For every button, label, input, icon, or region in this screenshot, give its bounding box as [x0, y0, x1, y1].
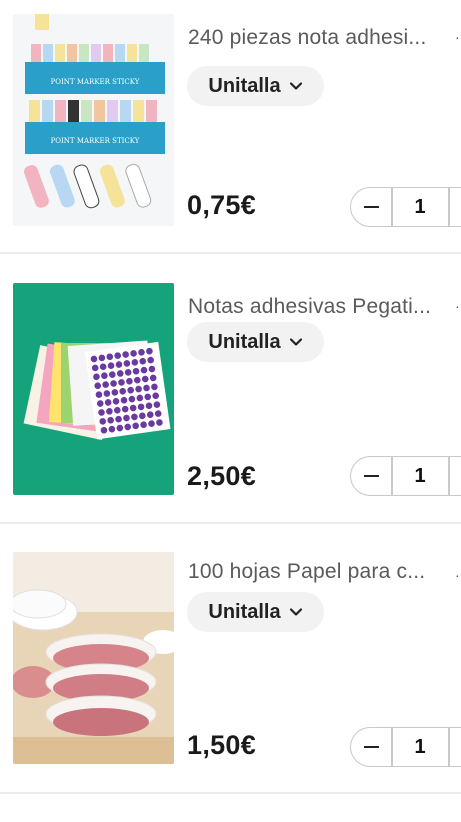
size-label: Unitalla: [208, 330, 281, 353]
minus-icon: [363, 474, 379, 478]
svg-text:POINT MARKER STICKY: POINT MARKER STICKY: [51, 78, 140, 86]
product-title[interactable]: Notas adhesivas Pegati...: [188, 295, 443, 319]
size-selector[interactable]: Unitalla: [187, 592, 324, 632]
product-price: 2,50€: [187, 461, 257, 491]
product-title[interactable]: 240 piezas nota adhesi...: [188, 26, 443, 50]
minus-icon: [363, 745, 379, 749]
minus-icon: [363, 205, 379, 209]
increase-quantity-button[interactable]: [450, 188, 461, 226]
more-options-icon[interactable]: ·: [455, 299, 461, 313]
decrease-quantity-button[interactable]: [351, 188, 391, 226]
chevron-down-icon: [289, 338, 302, 346]
divider: [0, 792, 461, 794]
quantity-stepper: 1: [350, 456, 461, 496]
product-title[interactable]: 100 hojas Papel para c...: [188, 560, 443, 584]
product-price: 0,75€: [187, 190, 257, 220]
dot-stickers-image[interactable]: [13, 283, 174, 495]
size-selector[interactable]: Unitalla: [187, 322, 324, 362]
svg-text:POINT MARKER STICKY: POINT MARKER STICKY: [51, 137, 140, 145]
size-selector[interactable]: Unitalla: [187, 66, 324, 106]
size-label: Unitalla: [208, 600, 281, 623]
quantity-value[interactable]: 1: [392, 188, 448, 226]
decrease-quantity-button[interactable]: [351, 728, 391, 766]
quantity-value[interactable]: 1: [392, 728, 448, 766]
divider: [0, 252, 461, 254]
quantity-value[interactable]: 1: [392, 457, 448, 495]
quantity-stepper: 1: [350, 727, 461, 767]
sticky-notes-image[interactable]: POINT MARKER STICKY POINT MARKER STICKY: [13, 14, 174, 226]
cart-item: POINT MARKER STICKY POINT MARKER STICKY: [0, 14, 461, 284]
quantity-stepper: 1: [350, 187, 461, 227]
product-price: 1,50€: [187, 730, 257, 760]
burger-paper-image[interactable]: [13, 552, 174, 764]
divider: [0, 522, 461, 524]
cart-item: 100 hojas Papel para c... · Unitalla 1,5…: [0, 552, 461, 822]
cart-item: Notas adhesivas Pegati... · Unitalla 2,5…: [0, 283, 461, 553]
chevron-down-icon: [289, 82, 302, 90]
increase-quantity-button[interactable]: [450, 728, 461, 766]
chevron-down-icon: [289, 608, 302, 616]
decrease-quantity-button[interactable]: [351, 457, 391, 495]
size-label: Unitalla: [208, 74, 281, 97]
more-options-icon[interactable]: ·: [455, 30, 461, 44]
increase-quantity-button[interactable]: [450, 457, 461, 495]
cart-list: POINT MARKER STICKY POINT MARKER STICKY: [0, 0, 461, 800]
more-options-icon[interactable]: ·: [455, 568, 461, 582]
